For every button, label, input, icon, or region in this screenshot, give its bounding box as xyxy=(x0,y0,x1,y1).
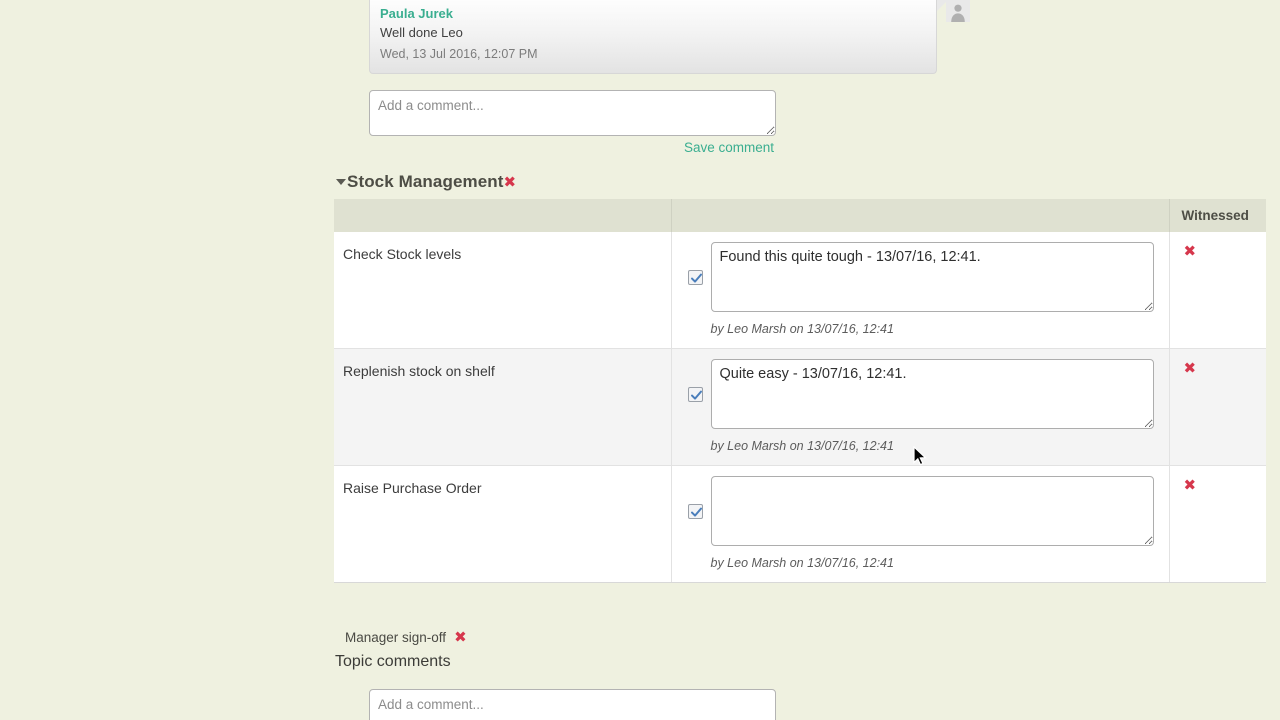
comment-input-wrapper xyxy=(369,90,776,136)
task-byline: by Leo Marsh on 13/07/16, 12:41 xyxy=(710,322,894,336)
user-avatar-icon xyxy=(946,0,970,22)
manager-signoff-delete-red-x-icon[interactable]: ✖ xyxy=(454,630,467,645)
witnessed-cell: ✖ xyxy=(1168,465,1266,583)
task-cell: Check Stock levels xyxy=(334,232,671,349)
witnessed-red-x-icon[interactable]: ✖ xyxy=(1184,476,1197,494)
note-row xyxy=(687,359,1169,429)
table-header-witnessed: Witnessed xyxy=(1168,199,1266,232)
topic-comments-heading: Topic comments xyxy=(335,653,451,670)
note-cell: by Leo Marsh on 13/07/16, 12:41 xyxy=(670,465,1169,583)
task-byline: by Leo Marsh on 13/07/16, 12:41 xyxy=(710,556,894,570)
witnessed-red-x-icon[interactable]: ✖ xyxy=(1184,359,1197,377)
note-cell: by Leo Marsh on 13/07/16, 12:41 xyxy=(670,348,1169,466)
comment-timestamp: Wed, 13 Jul 2016, 12:07 PM xyxy=(380,47,538,61)
table-header-notes xyxy=(670,199,1169,232)
task-note-input[interactable] xyxy=(710,476,1154,546)
manager-signoff-label: Manager sign-off xyxy=(345,630,447,645)
task-label: Replenish stock on shelf xyxy=(343,363,495,379)
comment-bubble: Paula Jurek Well done Leo Wed, 13 Jul 20… xyxy=(369,0,937,74)
note-cell: by Leo Marsh on 13/07/16, 12:41 xyxy=(670,232,1169,349)
triangle-down-icon[interactable] xyxy=(336,179,346,185)
witnessed-red-x-icon[interactable]: ✖ xyxy=(1184,242,1197,260)
table-header-task xyxy=(334,199,671,232)
task-checkbox[interactable] xyxy=(687,270,703,285)
table-row: Replenish stock on shelf by Leo Marsh on… xyxy=(334,348,1266,466)
comment-input[interactable] xyxy=(369,90,776,136)
task-note-input[interactable] xyxy=(710,359,1154,429)
comment-text: Well done Leo xyxy=(380,25,463,40)
note-row xyxy=(687,476,1169,546)
manager-signoff: Manager sign-off ✖ xyxy=(345,630,467,646)
table-header-row: Witnessed xyxy=(334,199,1266,232)
topic-comment-input-wrapper xyxy=(369,689,776,720)
table-body: Check Stock levels by Leo Marsh on 13/07… xyxy=(334,232,1266,583)
topic-comment-input[interactable] xyxy=(369,689,776,720)
table-head: Witnessed xyxy=(334,199,1266,232)
witnessed-cell: ✖ xyxy=(1168,348,1266,466)
stock-management-table: Witnessed Check Stock levels Found this … xyxy=(334,199,1266,583)
task-note-input[interactable] xyxy=(710,242,1154,312)
section-delete-red-x-icon[interactable]: ✖ xyxy=(504,174,517,190)
task-label: Raise Purchase Order xyxy=(343,480,482,496)
task-byline: by Leo Marsh on 13/07/16, 12:41 xyxy=(710,439,894,453)
table-row: Raise Purchase Order by Leo Marsh on 13/… xyxy=(334,465,1266,583)
task-checkbox[interactable] xyxy=(687,504,703,519)
section-title: Stock Management xyxy=(347,172,504,191)
comment-author: Paula Jurek xyxy=(380,6,453,21)
section-header: Stock Management ✖ xyxy=(336,171,516,193)
task-checkbox[interactable] xyxy=(687,387,703,402)
save-comment-link[interactable]: Save comment xyxy=(684,140,774,155)
table-row: Check Stock levels by Leo Marsh on 13/07… xyxy=(334,232,1266,349)
page-root: Paula Jurek Well done Leo Wed, 13 Jul 20… xyxy=(0,0,1280,720)
task-label: Check Stock levels xyxy=(343,246,462,262)
note-row xyxy=(687,242,1169,312)
witnessed-cell: ✖ xyxy=(1168,232,1266,349)
task-cell: Raise Purchase Order xyxy=(334,465,671,583)
task-cell: Replenish stock on shelf xyxy=(334,348,671,466)
